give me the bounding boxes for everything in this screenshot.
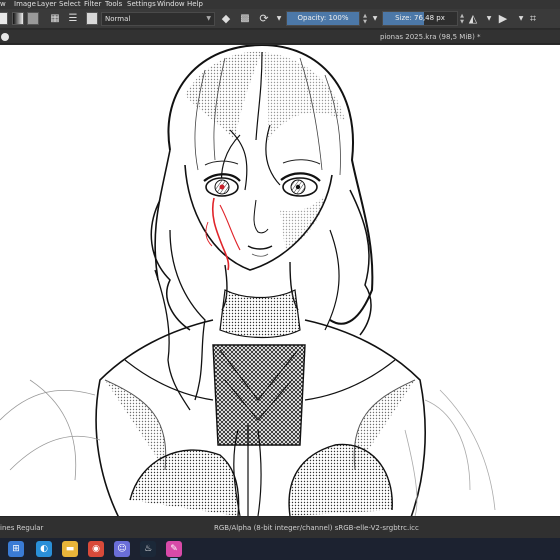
tool-options-bar: ▦ ☰ Normal ▼ ◆ ▩ ⟳ ▼ Opacity: 100% ▲ ▼ ▼ … [0, 9, 560, 29]
opacity-label: Opacity: 100% [297, 14, 349, 22]
size-slider[interactable]: Size: 76,48 px [382, 11, 458, 26]
menu-item-select[interactable]: Select [59, 0, 81, 9]
wrap-icon[interactable]: ⌗ [526, 12, 540, 26]
gradient-icon[interactable] [12, 12, 24, 25]
os-taskbar: ⊞ ◐ ▬ ◉ ☺ ♨ ✎ [0, 538, 560, 560]
blend-mode-value: Normal [105, 15, 131, 23]
chevron-down-icon: ▼ [206, 15, 211, 22]
chrome-icon[interactable]: ◉ [88, 541, 104, 557]
edge-icon[interactable]: ◐ [36, 541, 52, 557]
alpha-lock-icon[interactable]: ▩ [238, 12, 252, 26]
reload-icon[interactable]: ⟳ [257, 12, 271, 26]
document-tab[interactable]: pionas 2025.kra (98,5 MiB) * [0, 30, 560, 44]
size-label: Size: 76,48 px [395, 14, 445, 22]
menu-item-window[interactable]: Window [157, 0, 185, 9]
brush-preset-thumbnail[interactable] [86, 12, 98, 25]
brush-editor-icon[interactable]: ☰ [66, 12, 80, 26]
start-icon[interactable]: ⊞ [8, 541, 24, 557]
menu-bar: w Image Layer Select Filter Tools Settin… [0, 0, 560, 9]
foreground-color-swatch[interactable] [0, 12, 8, 25]
pattern-icon[interactable] [27, 12, 39, 25]
menu-item-tools[interactable]: Tools [105, 0, 122, 9]
menu-item-view[interactable]: w [0, 0, 6, 9]
opacity-slider[interactable]: Opacity: 100% [286, 11, 360, 26]
mirror-icon[interactable]: ◭ [466, 12, 480, 26]
folder-icon[interactable]: ▬ [62, 541, 78, 557]
krita-icon[interactable]: ✎ [166, 541, 182, 557]
status-color-profile: RGB/Alpha (8-bit integer/channel) sRGB-e… [214, 524, 419, 532]
document-title: pionas 2025.kra (98,5 MiB) * [380, 33, 481, 41]
chevron-down-icon[interactable]: ▼ [368, 12, 382, 26]
krita-document-icon [1, 33, 9, 41]
discord-icon[interactable]: ☺ [114, 541, 130, 557]
steam-icon[interactable]: ♨ [140, 541, 156, 557]
blend-mode-select[interactable]: Normal ▼ [101, 12, 215, 26]
document-tab-bar: pionas 2025.kra (98,5 MiB) * [0, 30, 560, 44]
menu-item-help[interactable]: Help [187, 0, 203, 9]
chevron-down-icon[interactable]: ▼ [482, 12, 496, 26]
status-bar: ines Regular RGB/Alpha (8-bit integer/ch… [0, 516, 560, 538]
size-stepper[interactable]: ▲ ▼ [459, 13, 465, 25]
menu-item-image[interactable]: Image [14, 0, 36, 9]
status-brush-name: ines Regular [0, 524, 44, 532]
drawing-canvas[interactable] [0, 45, 560, 516]
artwork [0, 45, 496, 516]
menu-item-settings[interactable]: Settings [127, 0, 156, 9]
brush-presets-icon[interactable]: ▦ [48, 12, 62, 26]
menu-item-layer[interactable]: Layer [37, 0, 57, 9]
menu-item-filter[interactable]: Filter [84, 0, 101, 9]
chevron-down-icon[interactable]: ▼ [272, 12, 286, 26]
eraser-icon[interactable]: ◆ [219, 12, 233, 26]
play-icon[interactable]: ▶ [496, 12, 510, 26]
